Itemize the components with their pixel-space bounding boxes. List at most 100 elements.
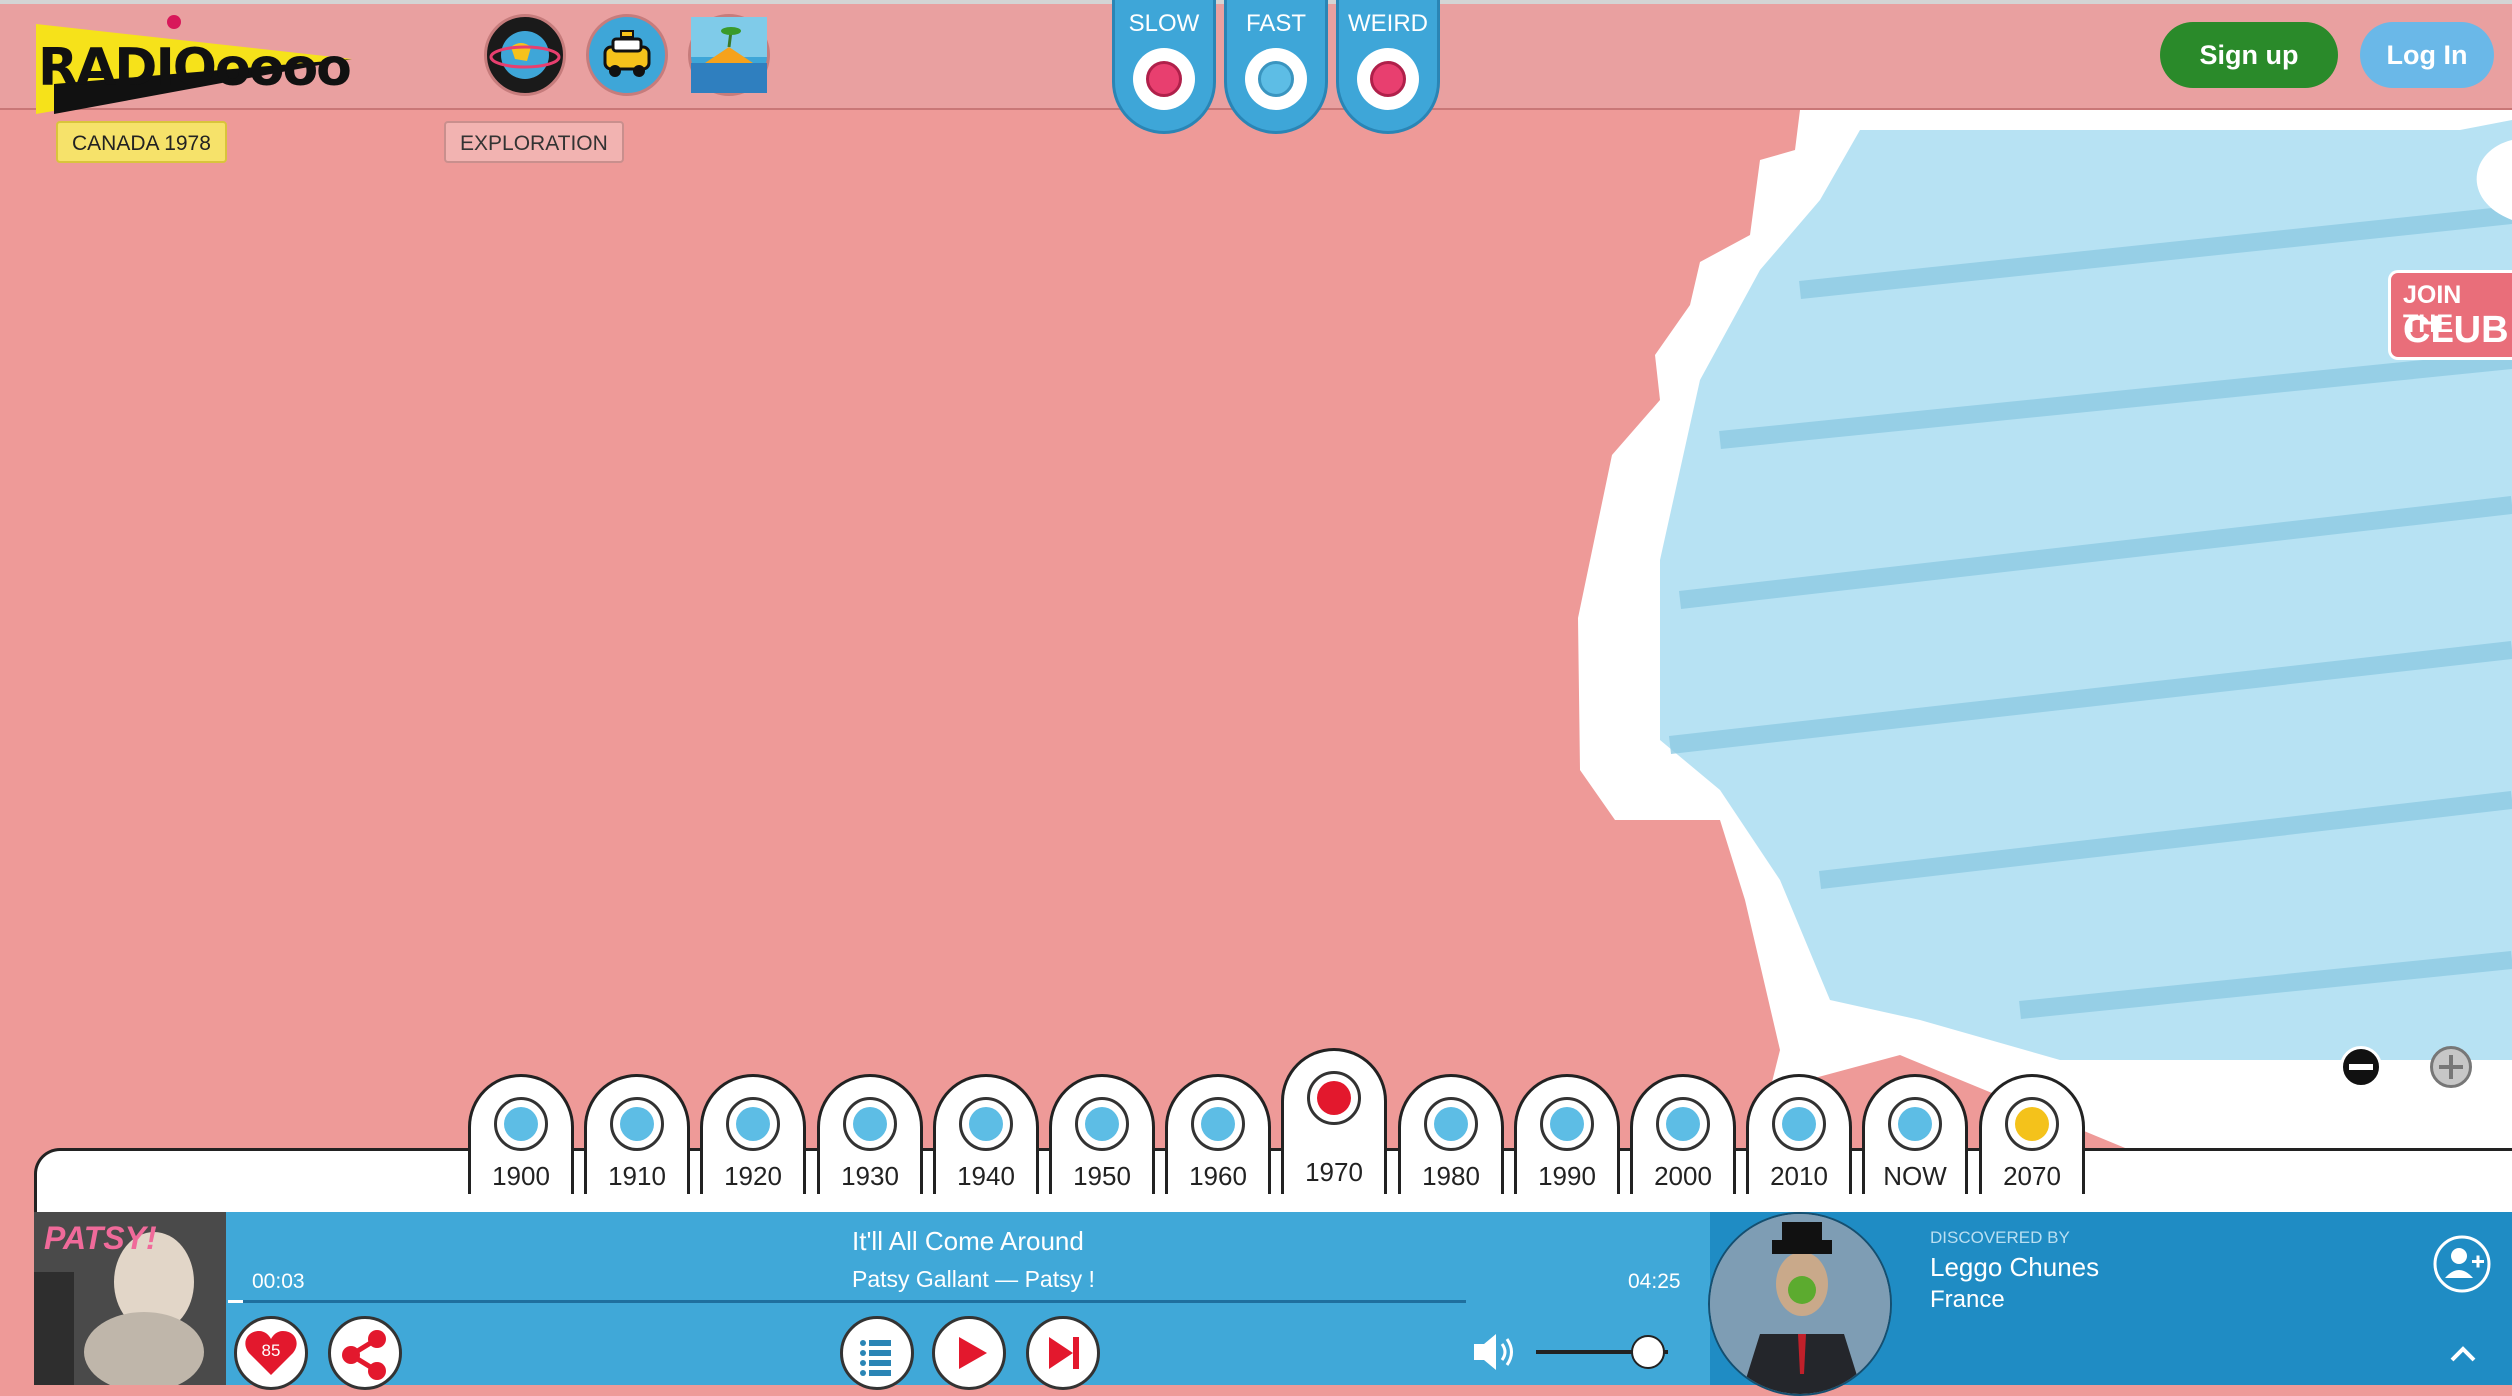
decade-tab-1910[interactable]: 1910	[584, 1074, 690, 1194]
mode-tag: EXPLORATION	[444, 121, 624, 163]
decade-label: 1900	[492, 1161, 550, 1191]
taxi-mode-button[interactable]	[586, 14, 668, 96]
mode-tab-fast-label: FAST	[1245, 10, 1306, 37]
decade-indicator-icon	[1424, 1097, 1478, 1151]
share-icon	[342, 1330, 386, 1380]
elapsed-time: 00:03	[252, 1270, 305, 1293]
decade-indicator-icon	[726, 1097, 780, 1151]
decade-tab-2000[interactable]: 2000	[1630, 1074, 1736, 1194]
total-duration: 04:25	[1628, 1270, 1681, 1293]
decade-label: 1960	[1189, 1161, 1247, 1191]
decade-indicator-icon	[959, 1097, 1013, 1151]
decade-tab-1940[interactable]: 1940	[933, 1074, 1039, 1194]
mode-tab-weird[interactable]: WEIRD	[1336, 0, 1440, 134]
track-title: It'll All Come Around	[852, 1226, 1084, 1256]
decade-tab-1970[interactable]: 1970	[1281, 1048, 1387, 1194]
chevron-up-icon	[2450, 1346, 2476, 1362]
decade-indicator-icon	[1656, 1097, 1710, 1151]
avatar-image-icon	[1710, 1214, 1890, 1394]
decade-tab-1950[interactable]: 1950	[1049, 1074, 1155, 1194]
decade-label: 1950	[1073, 1161, 1131, 1191]
play-button[interactable]	[932, 1316, 1006, 1390]
plus-icon	[2439, 1055, 2463, 1079]
decade-label: 1970	[1305, 1157, 1363, 1187]
decade-label: 2070	[2003, 1161, 2061, 1191]
like-count: 85	[261, 1341, 281, 1360]
mode-weird-knob-icon	[1357, 48, 1419, 110]
list-icon	[860, 1340, 891, 1376]
taxi-icon	[603, 30, 651, 77]
decade-label: 1980	[1422, 1161, 1480, 1191]
playlist-button[interactable]	[840, 1316, 914, 1390]
decade-indicator-icon	[843, 1097, 897, 1151]
decade-indicator-icon	[494, 1097, 548, 1151]
progress-track[interactable]	[228, 1300, 1466, 1303]
join-club-banner[interactable]: JOIN THE CLUB	[2388, 270, 2512, 360]
discoverer-avatar[interactable]	[1708, 1212, 1892, 1396]
island-icon	[691, 17, 767, 93]
decade-indicator-icon	[1888, 1097, 1942, 1151]
decade-bar	[34, 1148, 2512, 1214]
signup-button[interactable]: Sign up	[2160, 22, 2338, 88]
decade-label: 2010	[1770, 1161, 1828, 1191]
share-button[interactable]	[328, 1316, 402, 1390]
decade-indicator-icon	[1772, 1097, 1826, 1151]
album-cover[interactable]: PATSY!	[34, 1212, 226, 1385]
mode-tab-weird-label: WEIRD	[1348, 10, 1428, 37]
decade-tab-now[interactable]: NOW	[1862, 1074, 1968, 1194]
decade-tab-2070[interactable]: 2070	[1979, 1074, 2085, 1194]
play-icon	[959, 1337, 987, 1369]
decade-label: NOW	[1883, 1161, 1947, 1191]
discovered-by-label: DISCOVERED BY	[1930, 1228, 2070, 1247]
decade-label: 2000	[1654, 1161, 1712, 1191]
discoverer-name[interactable]: Leggo Chunes	[1930, 1252, 2099, 1283]
decade-label: 1930	[841, 1161, 899, 1191]
follow-user-button[interactable]	[2432, 1234, 2492, 1294]
decade-indicator-icon	[1075, 1097, 1129, 1151]
track-artist-album: Patsy Gallant — Patsy !	[852, 1266, 1095, 1292]
zoom-in-button[interactable]	[2430, 1046, 2472, 1088]
progress-fill	[228, 1300, 243, 1303]
island-mode-button[interactable]	[688, 14, 770, 96]
decade-label: 1910	[608, 1161, 666, 1191]
decade-indicator-icon	[1307, 1071, 1361, 1125]
volume-slider-handle[interactable]	[1631, 1335, 1665, 1369]
decade-indicator-icon	[2005, 1097, 2059, 1151]
decade-indicator-icon	[610, 1097, 664, 1151]
mode-tab-fast[interactable]: FAST	[1224, 0, 1328, 134]
discoverer-country: France	[1930, 1286, 2005, 1313]
skip-next-icon	[1049, 1337, 1079, 1369]
mode-slow-knob-icon	[1133, 48, 1195, 110]
login-button[interactable]: Log In	[2360, 22, 2494, 88]
decade-tab-1920[interactable]: 1920	[700, 1074, 806, 1194]
location-tag: CANADA 1978	[56, 121, 227, 163]
decade-tab-1960[interactable]: 1960	[1165, 1074, 1271, 1194]
expand-player-button[interactable]	[2446, 1340, 2480, 1366]
next-button[interactable]	[1026, 1316, 1100, 1390]
decade-tab-1990[interactable]: 1990	[1514, 1074, 1620, 1194]
speaker-icon	[1474, 1334, 1513, 1370]
album-cover-text: PATSY!	[44, 1220, 157, 1256]
like-button[interactable]: 85	[234, 1316, 308, 1390]
decade-indicator-icon	[1540, 1097, 1594, 1151]
decade-tab-2010[interactable]: 2010	[1746, 1074, 1852, 1194]
decade-indicator-icon	[1191, 1097, 1245, 1151]
mode-fast-knob-icon	[1245, 48, 1307, 110]
globe-mode-button[interactable]	[484, 14, 566, 96]
minus-icon	[2349, 1064, 2373, 1070]
decade-tab-1980[interactable]: 1980	[1398, 1074, 1504, 1194]
logo-text: RADIOoooo	[38, 38, 352, 98]
zoom-out-button[interactable]	[2340, 1046, 2382, 1088]
globe-icon	[489, 31, 561, 79]
add-user-icon	[2433, 1235, 2491, 1293]
radiooooo-logo[interactable]: RADIOoooo	[34, 14, 354, 114]
volume-button[interactable]	[1470, 1330, 1522, 1374]
decade-tab-1930[interactable]: 1930	[817, 1074, 923, 1194]
decade-label: 1920	[724, 1161, 782, 1191]
decade-tab-1900[interactable]: 1900	[468, 1074, 574, 1194]
join-club-line2: CLUB	[2403, 309, 2509, 351]
decade-label: 1990	[1538, 1161, 1596, 1191]
mode-tab-slow-label: SLOW	[1128, 10, 1200, 37]
mode-tab-slow[interactable]: SLOW	[1112, 0, 1216, 134]
decade-label: 1940	[957, 1161, 1015, 1191]
